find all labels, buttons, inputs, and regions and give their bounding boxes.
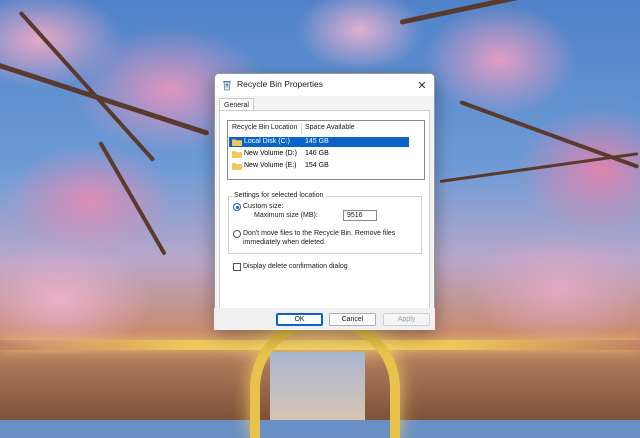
tree-branch	[399, 0, 636, 25]
tree-branch	[0, 60, 210, 136]
column-header-location[interactable]: Recycle Bin Location	[232, 124, 297, 131]
location-name: New Volume (D:)	[244, 150, 297, 157]
tree-branch	[18, 10, 156, 162]
window-title: Recycle Bin Properties	[237, 79, 323, 89]
title-bar[interactable]: Recycle Bin Properties ✕	[215, 74, 434, 96]
tab-strip: General	[215, 96, 434, 112]
location-name: New Volume (E:)	[244, 162, 297, 169]
close-button[interactable]: ✕	[410, 74, 434, 96]
tree-branch	[439, 152, 639, 183]
custom-size-radio[interactable]	[233, 203, 241, 211]
recycle-bin-icon	[223, 81, 231, 91]
dont-move-label[interactable]: Don't move files to the Recycle Bin. Rem…	[243, 230, 395, 237]
custom-size-label[interactable]: Custom size:	[243, 203, 283, 210]
confirm-label[interactable]: Display delete confirmation dialog	[243, 263, 348, 270]
location-row[interactable]: New Volume (E:) 154 GB	[229, 161, 409, 171]
location-space: 146 GB	[305, 150, 329, 157]
apply-button[interactable]: Apply	[383, 313, 430, 326]
cancel-button[interactable]: Cancel	[329, 313, 376, 326]
tree-branch	[98, 141, 167, 256]
folder-icon	[232, 163, 242, 170]
location-name: Local Disk (C:)	[244, 138, 290, 145]
folder-icon	[232, 139, 242, 146]
ok-button[interactable]: OK	[276, 313, 323, 326]
max-size-label: Maximum size (MB):	[254, 212, 318, 219]
folder-icon	[232, 151, 242, 158]
bridge-arch	[250, 318, 400, 438]
dont-move-label-continued[interactable]: immediately when deleted.	[243, 239, 326, 246]
dont-move-radio[interactable]	[233, 230, 241, 238]
location-space: 145 GB	[305, 138, 329, 145]
confirm-checkbox[interactable]	[233, 263, 241, 271]
close-icon: ✕	[417, 79, 427, 92]
settings-group-label: Settings for selected location	[232, 192, 326, 199]
location-list[interactable]: Recycle Bin Location Space Available Loc…	[227, 120, 425, 180]
column-header-space[interactable]: Space Available	[305, 124, 355, 131]
location-space: 154 GB	[305, 162, 329, 169]
column-separator	[301, 123, 302, 134]
location-row[interactable]: Local Disk (C:) 145 GB	[229, 137, 409, 147]
location-row[interactable]: New Volume (D:) 146 GB	[229, 149, 409, 159]
max-size-input[interactable]	[343, 210, 377, 221]
